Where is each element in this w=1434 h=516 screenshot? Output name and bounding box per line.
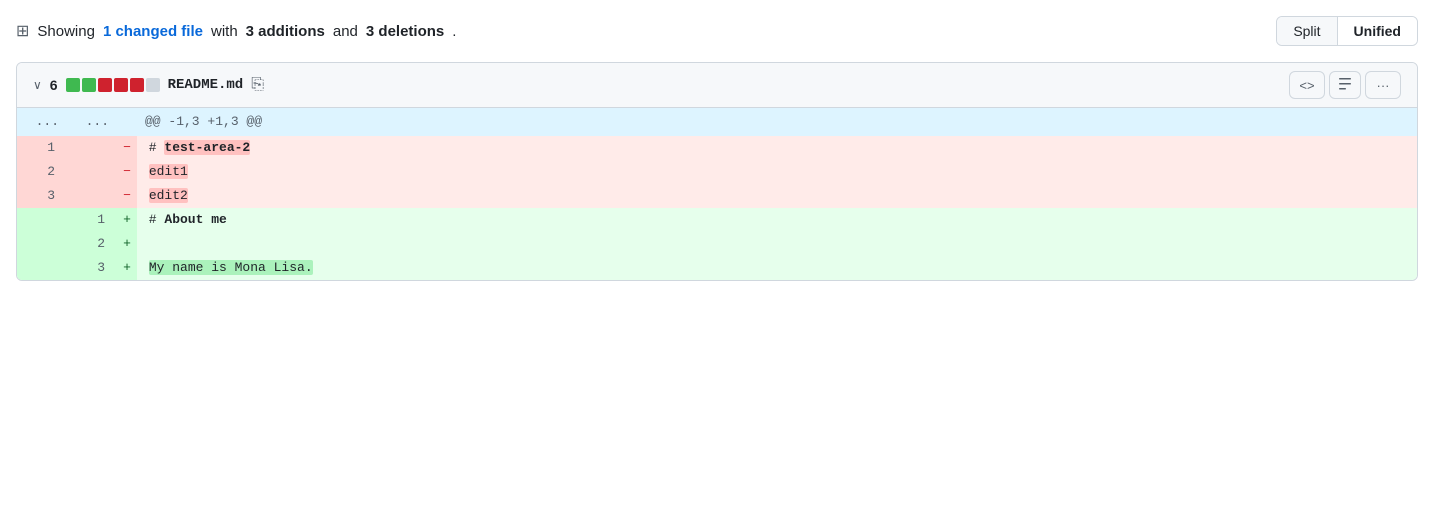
unified-button[interactable]: Unified [1338,17,1417,45]
hunk-sign [117,108,137,136]
color-block-6 [146,78,160,92]
hunk-new-num: ... [67,108,117,136]
line-sign: − [117,160,137,184]
and-label: and [333,23,358,40]
highlight-del: edit2 [149,188,188,203]
showing-label: Showing [37,23,95,40]
new-line-num: 1 [67,208,117,232]
new-line-num: 2 [67,232,117,256]
highlight-del: test-area-2 [164,140,250,155]
diff-container: ∨ 6 README.md ⎘ <> ··· [16,62,1418,281]
view-code-button[interactable]: <> [1289,71,1325,99]
color-block-1 [66,78,80,92]
line-code: My name is Mona Lisa. [137,256,1417,280]
old-line-num [17,208,67,232]
deleted-text: test-area-2 [164,140,250,155]
line-sign: + [117,208,137,232]
line-code: edit1 [137,160,1417,184]
line-sign: − [117,136,137,160]
highlight-add: My name is Mona Lisa. [149,260,313,275]
old-line-num [17,256,67,280]
hunk-header-row: ... ... @@ -1,3 +1,3 @@ [17,108,1417,136]
table-row: 1 + # About me [17,208,1417,232]
line-count: 6 [50,77,58,93]
added-text: About me [164,212,226,227]
line-code: # test-area-2 [137,136,1417,160]
additions-label: 3 additions [246,23,325,40]
color-block-3 [98,78,112,92]
changed-files-link[interactable]: 1 changed file [103,23,203,40]
highlight-del: edit1 [149,164,188,179]
more-options-button[interactable]: ··· [1365,71,1401,99]
summary-text: ⊞ Showing 1 changed file with 3 addition… [16,21,456,41]
new-line-num [67,160,117,184]
color-block-5 [130,78,144,92]
line-code [137,232,1417,256]
view-raw-button[interactable] [1329,71,1361,99]
filename: README.md [168,77,244,93]
hunk-old-num: ... [17,108,67,136]
top-bar: ⊞ Showing 1 changed file with 3 addition… [16,16,1418,46]
color-blocks [66,78,160,92]
new-line-num: 3 [67,256,117,280]
table-row: 2 − edit1 [17,160,1417,184]
split-button[interactable]: Split [1277,17,1337,45]
table-row: 3 − edit2 [17,184,1417,208]
file-header-left: ∨ 6 README.md ⎘ [33,76,264,94]
diff-table: ... ... @@ -1,3 +1,3 @@ 1 − # test-area-… [17,108,1417,280]
line-sign: + [117,232,137,256]
line-sign: + [117,256,137,280]
table-row: 3 + My name is Mona Lisa. [17,256,1417,280]
old-line-num: 3 [17,184,67,208]
file-header: ∨ 6 README.md ⎘ <> ··· [17,63,1417,108]
table-row: 2 + [17,232,1417,256]
color-block-4 [114,78,128,92]
new-line-num [67,184,117,208]
old-line-num: 2 [17,160,67,184]
collapse-chevron[interactable]: ∨ [33,78,42,92]
hunk-header-text: @@ -1,3 +1,3 @@ [137,108,1417,136]
deletions-label: 3 deletions [366,23,444,40]
line-sign: − [117,184,137,208]
new-line-num [67,136,117,160]
with-label: with [211,23,238,40]
table-row: 1 − # test-area-2 [17,136,1417,160]
color-block-2 [82,78,96,92]
diff-icon: ⊞ [16,21,29,41]
old-line-num [17,232,67,256]
copy-path-icon[interactable]: ⎘ [251,76,264,94]
period-label: . [452,23,456,40]
line-code: edit2 [137,184,1417,208]
file-header-right: <> ··· [1289,71,1401,99]
line-code: # About me [137,208,1417,232]
view-toggle: Split Unified [1276,16,1418,46]
old-line-num: 1 [17,136,67,160]
